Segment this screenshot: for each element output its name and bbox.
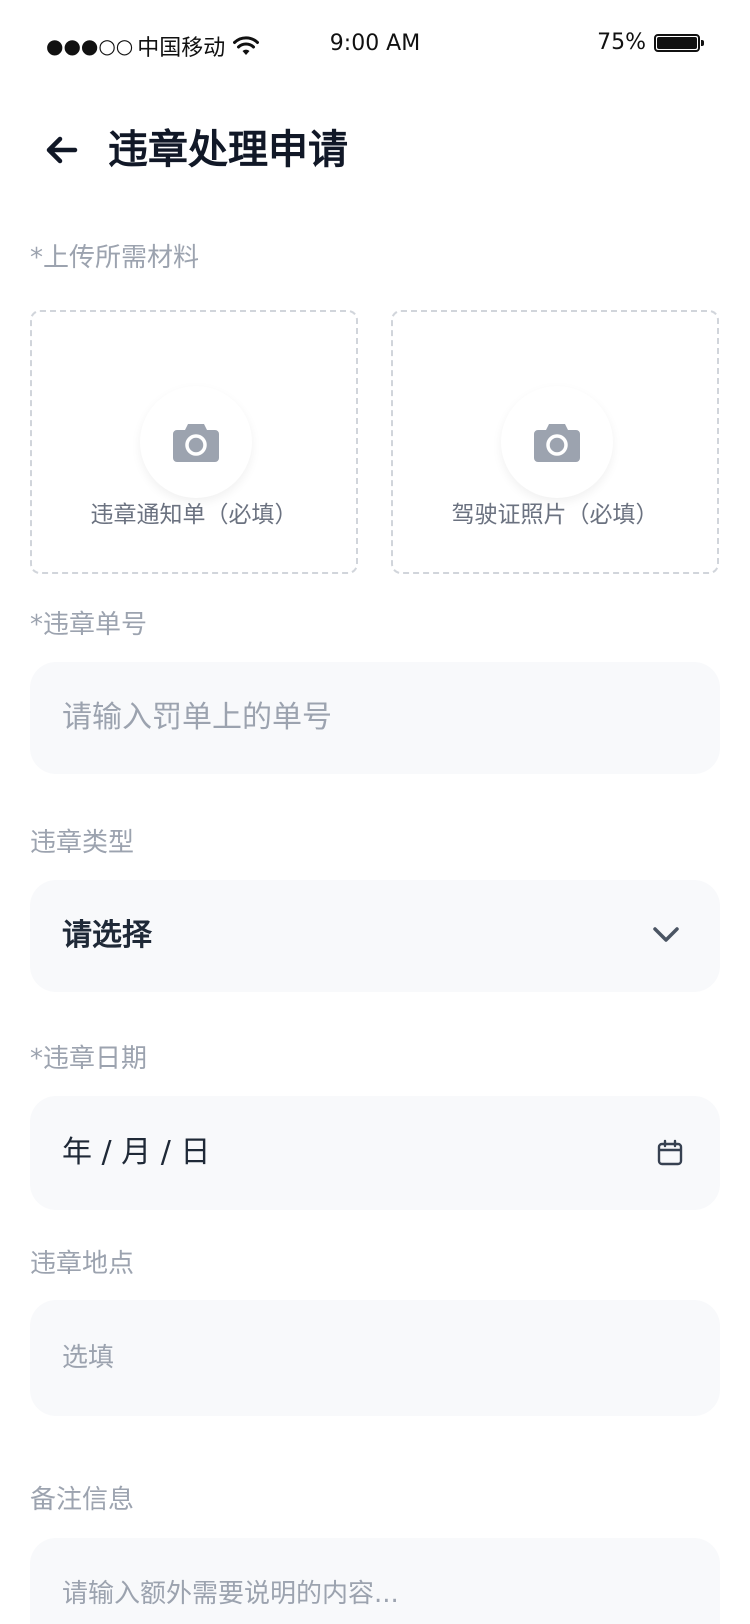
notes-label: 备注信息 <box>30 1485 135 1515</box>
upload-label: 驾驶证照片（必填） <box>451 502 659 528</box>
battery-icon <box>654 32 704 54</box>
battery-percent: 75% <box>597 30 646 55</box>
chevron-down-icon <box>653 927 679 942</box>
violation-location-placeholder: 选填 <box>62 1343 115 1373</box>
camera-button <box>140 386 252 498</box>
page-title: 违章处理申请 <box>108 127 348 173</box>
violation-date-value: 年 / 月 / 日 <box>62 1135 211 1170</box>
violation-type-label: 违章类型 <box>30 828 135 858</box>
violation-date-label: *违章日期 <box>30 1044 148 1074</box>
calendar-icon[interactable] <box>656 1139 684 1167</box>
upload-violation-notice[interactable]: 违章通知单（必填） <box>30 310 358 574</box>
camera-icon <box>534 424 580 462</box>
violation-location-field[interactable]: 选填 <box>30 1300 720 1416</box>
page-header: 违章处理申请 <box>0 110 750 190</box>
notes-placeholder: 请输入额外需要说明的内容... <box>62 1579 399 1609</box>
ticket-number-placeholder: 请输入罚单上的单号 <box>62 700 332 735</box>
violation-location-label: 违章地点 <box>30 1249 135 1279</box>
violation-type-value: 请选择 <box>62 918 152 953</box>
back-button[interactable] <box>36 124 88 176</box>
ticket-number-field[interactable]: 请输入罚单上的单号 <box>30 662 720 774</box>
status-right: 75% <box>597 30 704 55</box>
upload-license-photo[interactable]: 驾驶证照片（必填） <box>391 310 719 574</box>
status-bar: ●●●○○ 中国移动 9:00 AM 75% <box>0 0 750 92</box>
camera-icon <box>173 424 219 462</box>
arrow-left-icon <box>46 136 78 164</box>
notes-textarea[interactable]: 请输入额外需要说明的内容... <box>30 1538 720 1624</box>
violation-date-field[interactable]: 年 / 月 / 日 <box>30 1096 720 1210</box>
camera-button <box>501 386 613 498</box>
violation-type-select[interactable]: 请选择 <box>30 880 720 992</box>
upload-section-label: *上传所需材料 <box>30 243 200 273</box>
upload-label: 违章通知单（必填） <box>90 502 298 528</box>
ticket-number-label: *违章单号 <box>30 610 148 640</box>
